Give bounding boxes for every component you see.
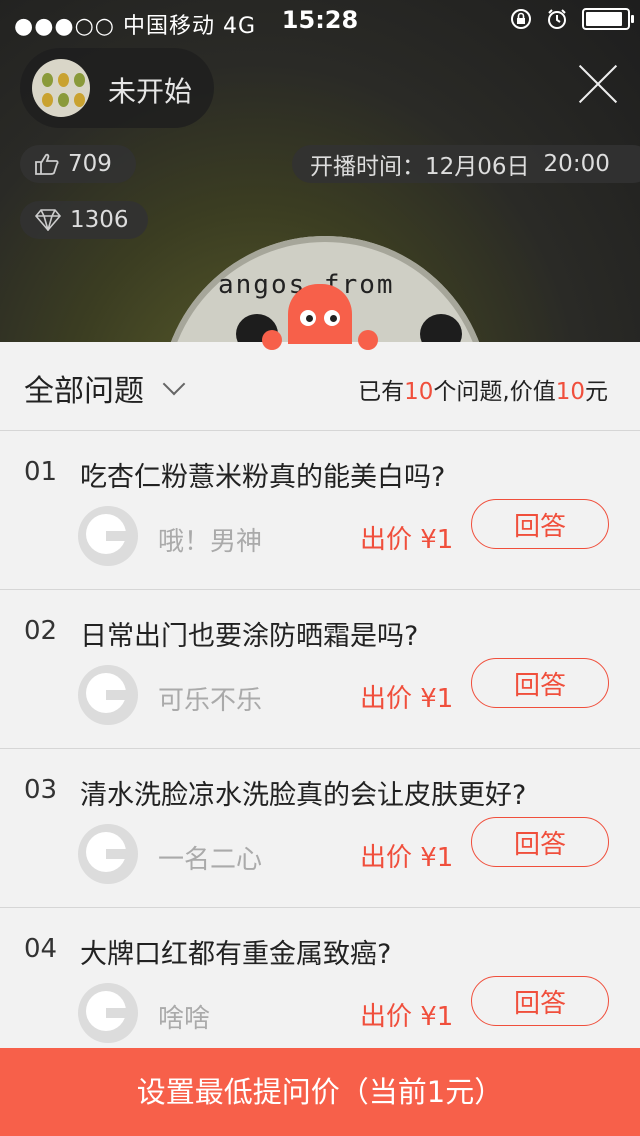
total-value: 10 [555, 379, 585, 405]
answer-button[interactable]: 回答 [471, 976, 609, 1026]
alarm-icon [548, 9, 566, 29]
question-text: 吃杏仁粉薏米粉真的能美白吗? [80, 462, 446, 493]
battery-icon [582, 8, 634, 30]
asker-avatar[interactable] [78, 824, 138, 884]
question-list-header: 全部问题 已有10个问题,价值10元 [0, 342, 640, 431]
status-bar: ●●●○○ 中国移动 4G 15:28 [0, 0, 640, 40]
question-number: 04 [24, 934, 58, 964]
question-number: 02 [24, 616, 58, 646]
asker-name: 可乐不乐 [158, 686, 263, 716]
question-text: 清水洗脸凉水洗脸真的会让皮肤更好? [80, 780, 527, 811]
diamond-icon [34, 209, 62, 231]
offer-price: 出价 ¥1 [360, 843, 454, 873]
question-text: 日常出门也要涂防晒霜是吗? [80, 621, 419, 652]
asker-avatar[interactable] [78, 665, 138, 725]
filter-label: 全部问题 [24, 374, 144, 409]
diamonds-count: 1306 [70, 207, 129, 233]
offer-price: 出价 ¥1 [360, 684, 454, 714]
question-item[interactable]: 02 日常出门也要涂防晒霜是吗? 可乐不乐 出价 ¥1 回答 [0, 590, 640, 749]
question-count: 10 [404, 379, 434, 405]
summary-middle: 个问题,价值 [433, 379, 556, 405]
start-time-label: 开播时间： [310, 154, 425, 180]
question-item[interactable]: 03 清水洗脸凉水洗脸真的会让皮肤更好? 一名二心 出价 ¥1 回答 [0, 749, 640, 908]
asker-name: 哦！男神 [158, 527, 263, 557]
question-item[interactable]: 01 吃杏仁粉薏米粉真的能美白吗? 哦！男神 出价 ¥1 回答 [0, 431, 640, 590]
mascot-hand-icon [262, 330, 282, 350]
mascot-hand-icon [358, 330, 378, 350]
close-icon[interactable] [576, 62, 620, 106]
asker-name: 啥啥 [158, 1004, 211, 1034]
host-avatar[interactable] [32, 59, 90, 117]
live-status-label: 未开始 [108, 75, 193, 108]
set-min-price-button[interactable]: 设置最低提问价（当前1元） [0, 1048, 640, 1136]
answer-button[interactable]: 回答 [471, 658, 609, 708]
offer-price: 出价 ¥1 [360, 1002, 454, 1032]
answer-button[interactable]: 回答 [471, 499, 609, 549]
thumbs-up-icon [35, 153, 59, 175]
start-time-badge: 开播时间： 12月06日 20:00 [292, 145, 640, 183]
summary-suffix: 元 [585, 379, 608, 405]
start-date: 12月06日 [425, 154, 530, 180]
asker-name: 一名二心 [158, 845, 263, 875]
question-summary: 已有10个问题,价值10元 [358, 372, 608, 406]
mascot-icon [288, 284, 352, 344]
answer-button[interactable]: 回答 [471, 817, 609, 867]
diamonds-badge[interactable]: 1306 [20, 201, 148, 239]
rotation-lock-icon [511, 9, 531, 29]
question-number: 01 [24, 457, 58, 487]
start-hour: 20:00 [543, 151, 610, 177]
summary-prefix: 已有 [358, 379, 405, 405]
question-panel: 全部问题 已有10个问题,价值10元 01 吃杏仁粉薏米粉真的能美白吗? 哦！男… [0, 342, 640, 1048]
question-text: 大牌口红都有重金属致癌? [80, 939, 392, 970]
question-item[interactable]: 04 大牌口红都有重金属致癌? 啥啥 出价 ¥1 回答 [0, 908, 640, 1048]
offer-price: 出价 ¥1 [360, 525, 454, 555]
chevron-down-icon [162, 372, 186, 396]
question-filter-dropdown[interactable]: 全部问题 [24, 366, 186, 410]
question-number: 03 [24, 775, 58, 805]
likes-count: 709 [68, 151, 112, 177]
asker-avatar[interactable] [78, 506, 138, 566]
likes-badge[interactable]: 709 [20, 145, 136, 183]
asker-avatar[interactable] [78, 983, 138, 1043]
host-info[interactable]: 未开始 [20, 48, 214, 128]
